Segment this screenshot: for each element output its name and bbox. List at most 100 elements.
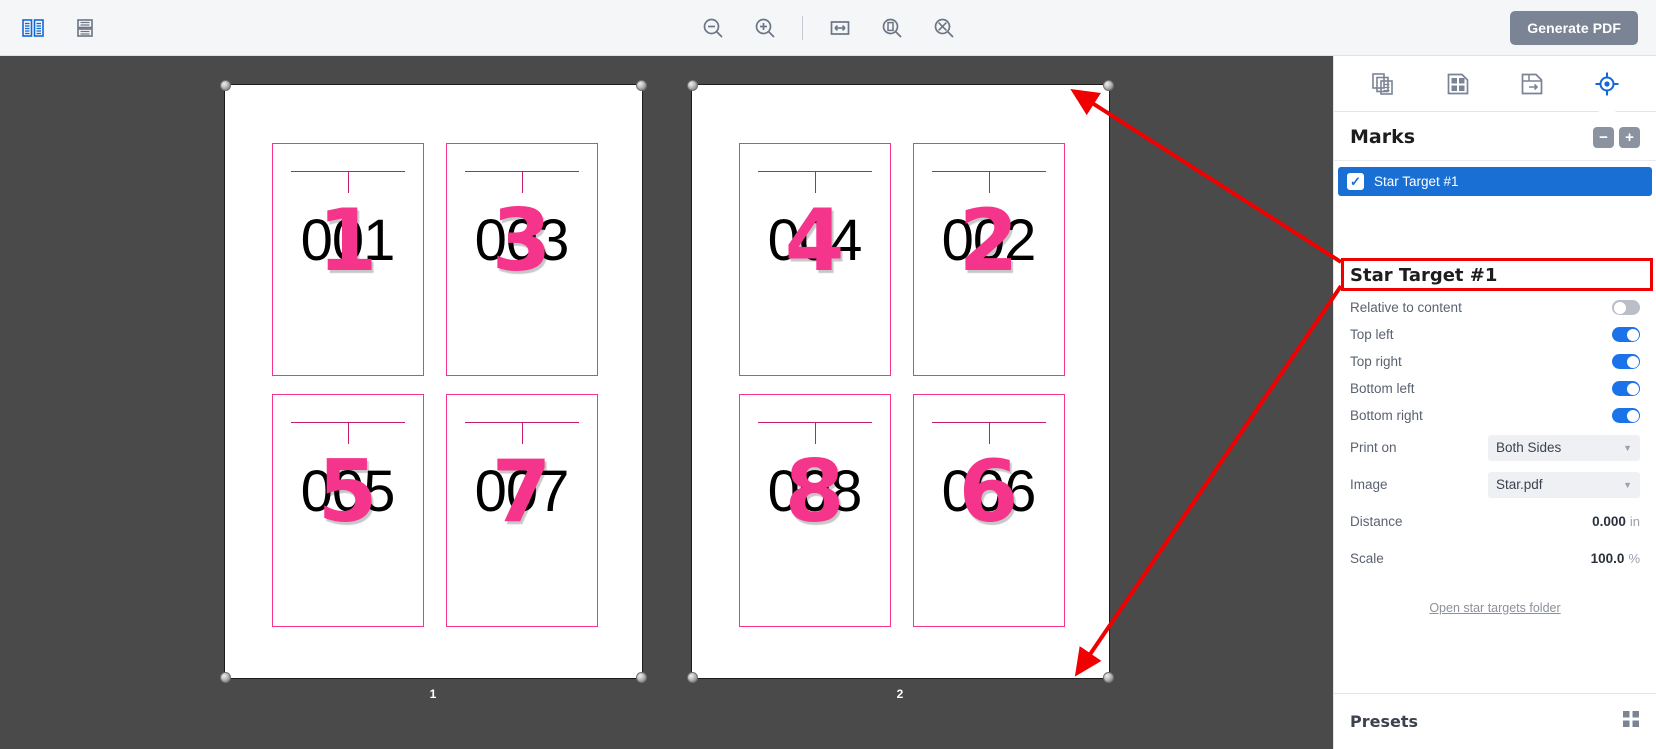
mark-item-label: Star Target #1: [1374, 174, 1459, 189]
tab-layout[interactable]: [1439, 65, 1477, 103]
presets-title: Presets: [1350, 712, 1419, 731]
marks-header: Marks − +: [1334, 112, 1656, 161]
star-target-mark-bottom-left: [219, 672, 231, 683]
toggle-knob: [1626, 382, 1639, 395]
app-root: Generate PDF 001 1 003 3 005 5 007 7 1 0…: [0, 0, 1656, 749]
fit-page-icon[interactable]: [877, 13, 907, 43]
toolbar-zoom-group: [0, 13, 1656, 43]
distance-unit: in: [1629, 514, 1640, 529]
top-left-toggle[interactable]: [1612, 327, 1640, 342]
imposed-card[interactable]: 001 1: [271, 143, 424, 376]
page-sheet[interactable]: 004 4 002 2 008 8 006 6: [686, 80, 1114, 683]
presets-section: Presets: [1334, 693, 1656, 749]
property-distance: Distance 0.000 in: [1350, 503, 1640, 540]
list-item[interactable]: ✓ Star Target #1: [1338, 167, 1652, 196]
card-overlay-number: 8: [784, 442, 845, 543]
property-bottom-right: Bottom right: [1350, 402, 1640, 429]
page-sheet[interactable]: 001 1 003 3 005 5 007 7: [219, 80, 647, 683]
property-label: Top right: [1350, 354, 1402, 369]
imposed-card[interactable]: 005 5: [271, 394, 424, 627]
presets-grid-icon[interactable]: [1622, 710, 1640, 733]
scale-unit: %: [1628, 551, 1640, 566]
toggle-knob: [1626, 355, 1639, 368]
star-target-mark-bottom-left: [686, 672, 698, 683]
add-mark-button[interactable]: +: [1619, 126, 1640, 148]
trim-tick: [814, 170, 816, 193]
trim-tick: [521, 421, 523, 444]
property-label: Image: [1350, 477, 1388, 492]
panel-tab-bar: [1334, 56, 1656, 112]
single-page-view-icon[interactable]: [70, 13, 100, 43]
page-number-label: 2: [896, 687, 904, 701]
marks-header-buttons: − +: [1593, 126, 1640, 148]
star-target-mark-bottom-right: [1102, 672, 1114, 683]
toolbar-right-group: Generate PDF: [1510, 10, 1638, 45]
property-label: Distance: [1350, 514, 1403, 529]
tab-pages[interactable]: [1364, 65, 1402, 103]
property-print-on: Print on Both Sides ▼: [1350, 429, 1640, 466]
print-on-select[interactable]: Both Sides ▼: [1488, 434, 1640, 461]
card-overlay-number: 6: [958, 442, 1019, 543]
generate-pdf-button[interactable]: Generate PDF: [1510, 10, 1638, 45]
top-right-toggle[interactable]: [1612, 354, 1640, 369]
spread-view-icon[interactable]: [18, 13, 48, 43]
property-bottom-left: Bottom left: [1350, 375, 1640, 402]
property-label: Relative to content: [1350, 300, 1462, 315]
workspace: 001 1 003 3 005 5 007 7 1 004 4 002 2 00…: [0, 56, 1656, 749]
property-image: Image Star.pdf ▼: [1350, 466, 1640, 503]
imposed-card[interactable]: 006 6: [912, 394, 1065, 627]
card-overlay-number: 7: [491, 442, 552, 543]
property-top-left: Top left: [1350, 321, 1640, 348]
page-canvas[interactable]: 001 1 003 3 005 5 007 7 1 004 4 002 2 00…: [0, 56, 1333, 749]
trim-tick: [347, 421, 349, 444]
property-label: Bottom right: [1350, 408, 1423, 423]
star-target-mark-top-right: [635, 80, 647, 91]
property-label: Scale: [1350, 551, 1384, 566]
page-container: 001 1 003 3 005 5 007 7 1: [219, 80, 647, 701]
mark-properties: Star Target #1 Relative to content Top l…: [1334, 253, 1656, 617]
open-star-targets-folder-link[interactable]: Open star targets folder: [1429, 601, 1560, 615]
property-label: Print on: [1350, 440, 1397, 455]
imposed-card[interactable]: 002 2: [912, 143, 1065, 376]
card-overlay-number: 2: [958, 191, 1019, 292]
imposition-grid: 004 4 002 2 008 8 006 6: [738, 143, 1065, 627]
zoom-out-icon[interactable]: [698, 13, 728, 43]
relative-to-content-toggle[interactable]: [1612, 300, 1640, 315]
star-target-mark-top-right: [1102, 80, 1114, 91]
folder-link-row: Open star targets folder: [1350, 577, 1640, 617]
remove-mark-button[interactable]: −: [1593, 126, 1614, 148]
marks-list: ✓ Star Target #1: [1334, 161, 1656, 253]
card-overlay-number: 3: [491, 191, 552, 292]
trim-tick: [347, 170, 349, 193]
chevron-down-icon: ▼: [1623, 479, 1632, 490]
image-value: Star.pdf: [1496, 477, 1543, 492]
right-panel: Marks − + ✓ Star Target #1 Star Target #…: [1333, 56, 1656, 749]
imposed-card[interactable]: 003 3: [445, 143, 598, 376]
image-select[interactable]: Star.pdf ▼: [1488, 471, 1640, 498]
imposed-card[interactable]: 007 7: [445, 394, 598, 627]
chevron-down-icon: ▼: [1623, 442, 1632, 453]
panel-spacer: [1334, 617, 1656, 693]
imposed-card[interactable]: 004 4: [738, 143, 891, 376]
toggle-knob: [1613, 301, 1626, 314]
property-top-right: Top right: [1350, 348, 1640, 375]
scale-value[interactable]: 100.0: [1591, 551, 1625, 566]
page-container: 004 4 002 2 008 8 006 6 2: [686, 80, 1114, 701]
imposed-card[interactable]: 008 8: [738, 394, 891, 627]
star-target-mark-top-left: [219, 80, 231, 91]
checkbox-checked-icon[interactable]: ✓: [1347, 173, 1364, 190]
properties-title: Star Target #1: [1350, 265, 1498, 286]
toolbar-divider: [801, 15, 803, 40]
distance-value[interactable]: 0.000: [1592, 514, 1626, 529]
bottom-left-toggle[interactable]: [1612, 381, 1640, 396]
tab-marks[interactable]: [1588, 65, 1626, 103]
bottom-right-toggle[interactable]: [1612, 408, 1640, 423]
zoom-in-icon[interactable]: [750, 13, 780, 43]
grid-layout-icon: [1447, 73, 1469, 94]
registration-target-icon: [1595, 72, 1619, 95]
tab-imposition[interactable]: [1513, 65, 1551, 103]
property-relative-to-content: Relative to content: [1350, 294, 1640, 321]
fit-width-icon[interactable]: [825, 13, 855, 43]
actual-size-icon[interactable]: [929, 13, 959, 43]
page-list: 001 1 003 3 005 5 007 7 1 004 4 002 2 00…: [0, 80, 1333, 701]
